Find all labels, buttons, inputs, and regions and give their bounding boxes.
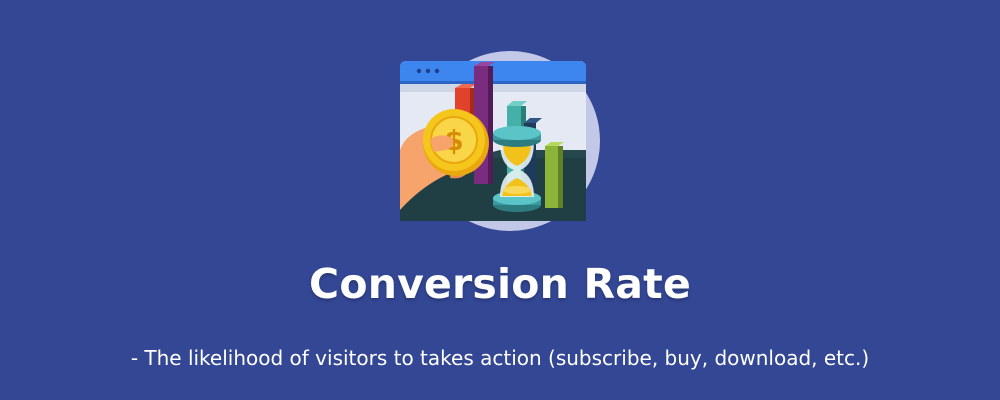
conversion-illustration: $ (400, 51, 600, 231)
hero-banner: $ Conversion Rate - The likelihood of vi… (0, 0, 1000, 400)
page-subtitle: - The likelihood of visitors to takes ac… (130, 346, 870, 370)
bar-green (545, 146, 558, 208)
page-title: Conversion Rate (309, 260, 691, 308)
